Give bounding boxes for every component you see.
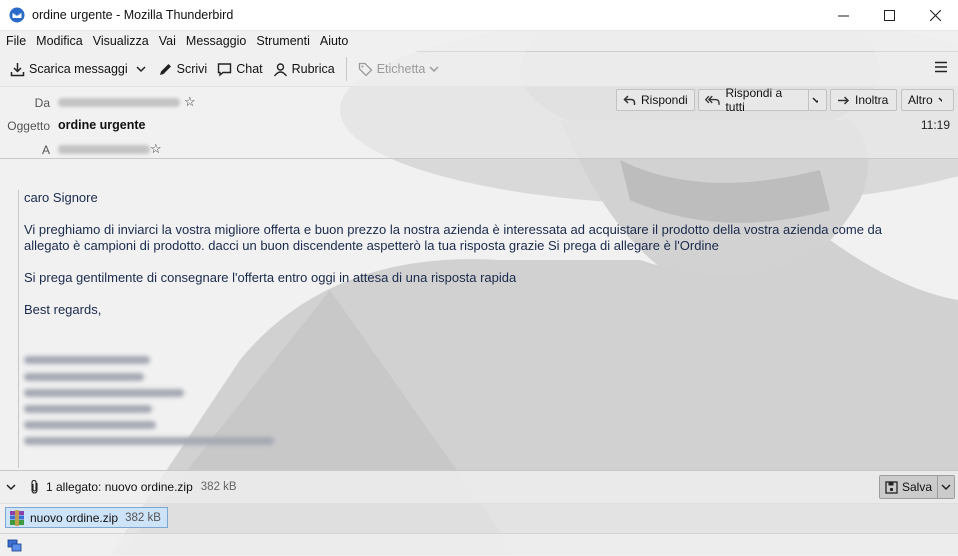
other-actions-label: Altro [908,93,933,107]
forward-icon [838,95,850,105]
quote-bar [18,190,19,468]
status-bar [0,533,958,556]
chat-button[interactable]: Chat [212,56,267,82]
save-label: Salva [901,480,932,494]
contacts-icon [273,62,287,76]
tag-button[interactable]: Etichetta [353,56,449,82]
chevron-down-icon [812,97,818,104]
signature-redacted [24,437,274,445]
zip-archive-icon [10,509,24,526]
reply-button[interactable]: Rispondi [616,89,695,111]
subject-label: Oggetto [7,119,50,133]
online-status-icon[interactable] [7,538,22,553]
attachment-bar: 1 allegato: nuovo ordine.zip 382 kB Salv… [0,470,958,504]
signature-redacted [24,421,156,429]
attachment-item[interactable]: nuovo ordine.zip 382 kB [5,507,168,528]
menu-bar: File Modifica Visualizza Vai Messaggio S… [0,31,958,51]
to-address-redacted[interactable] [58,145,150,154]
write-button[interactable]: Scrivi [153,56,213,82]
attachment-size: 382 kB [125,511,161,524]
menu-messaggio[interactable]: Messaggio [181,34,251,48]
thunderbird-logo-icon [9,7,25,23]
signature-redacted [24,373,144,381]
star-icon[interactable]: ☆ [150,141,162,157]
other-actions-button[interactable]: Altro [901,89,954,111]
write-label: Scrivi [176,62,208,76]
reply-icon [623,94,636,105]
chevron-down-icon [938,97,942,103]
menu-visualizza[interactable]: Visualizza [88,34,154,48]
menu-modifica[interactable]: Modifica [31,34,88,48]
chevron-down-icon [941,484,951,491]
reply-all-dropdown[interactable] [808,89,827,111]
forward-button[interactable]: Inoltra [830,89,897,111]
reply-all-button[interactable]: Rispondi a tutti [698,86,808,114]
get-messages-dropdown[interactable] [133,56,153,82]
app-menu-icon[interactable] [934,60,948,74]
closing: Best regards, [24,302,102,317]
get-messages-button[interactable]: Scarica messaggi [5,56,133,82]
menu-vai[interactable]: Vai [154,34,181,48]
chevron-down-icon [429,66,439,73]
address-book-button[interactable]: Rubrica [268,56,340,82]
forward-label: Inoltra [855,93,889,107]
signature-redacted [24,389,184,397]
save-dropdown[interactable] [938,482,954,492]
to-label: A [41,143,50,157]
reply-all-label: Rispondi a tutti [725,86,783,114]
address-book-label: Rubrica [291,62,335,76]
menu-aiuto[interactable]: Aiuto [315,34,354,48]
save-icon [885,480,898,494]
close-icon [929,9,941,21]
main-toolbar: Scarica messaggi Scrivi Chat Rubrica Eti… [0,52,958,87]
title-bar: ordine urgente - Mozilla Thunderbird [0,0,958,31]
close-window-button[interactable] [912,0,958,30]
get-messages-label: Scarica messaggi [29,62,128,76]
attachment-summary-size: 382 kB [200,481,237,493]
from-address-redacted[interactable] [58,98,180,107]
tag-icon [358,62,373,76]
body-paragraph-2: Si prega gentilmente di consegnare l'off… [24,270,517,285]
chat-icon [218,62,232,76]
reply-label: Rispondi [641,93,688,107]
menu-strumenti[interactable]: Strumenti [251,34,315,48]
body-paragraph-1: Vi preghiamo di inviarci la vostra migli… [24,222,883,253]
minimize-button[interactable] [820,0,866,30]
maximize-button[interactable] [866,0,912,30]
pencil-icon [159,63,171,75]
chevron-down-icon[interactable] [6,482,16,492]
attachment-name: nuovo ordine.zip [30,510,119,525]
reply-all-icon [705,95,720,105]
signature-redacted [24,405,152,413]
window-title: ordine urgente - Mozilla Thunderbird [32,8,234,22]
paperclip-icon [31,479,38,494]
star-icon[interactable]: ☆ [184,94,196,110]
save-button[interactable]: Salva [880,476,938,498]
subject-value: ordine urgente [58,118,146,132]
from-label: Da [34,96,50,110]
greeting: caro Signore [24,190,98,205]
tag-label: Etichetta [376,62,426,76]
message-time: 11:19 [920,118,950,132]
attachment-summary[interactable]: 1 allegato: nuovo ordine.zip [46,480,193,494]
attachment-list: nuovo ordine.zip 382 kB [0,503,958,533]
chat-label: Chat [236,62,263,76]
download-icon [10,62,25,76]
save-attachment-button[interactable]: Salva [878,475,955,499]
maximize-icon [883,9,895,21]
message-body: caro Signore Vi preghiamo di inviarci la… [24,190,924,334]
toolbar-separator [345,57,347,81]
chevron-down-icon [136,66,146,73]
menu-file[interactable]: File [0,34,31,48]
minimize-icon [837,15,849,16]
signature-redacted [24,356,150,364]
message-header: Da ☆ Oggetto ordine urgente A ☆ 11:19 Ri… [0,86,958,159]
